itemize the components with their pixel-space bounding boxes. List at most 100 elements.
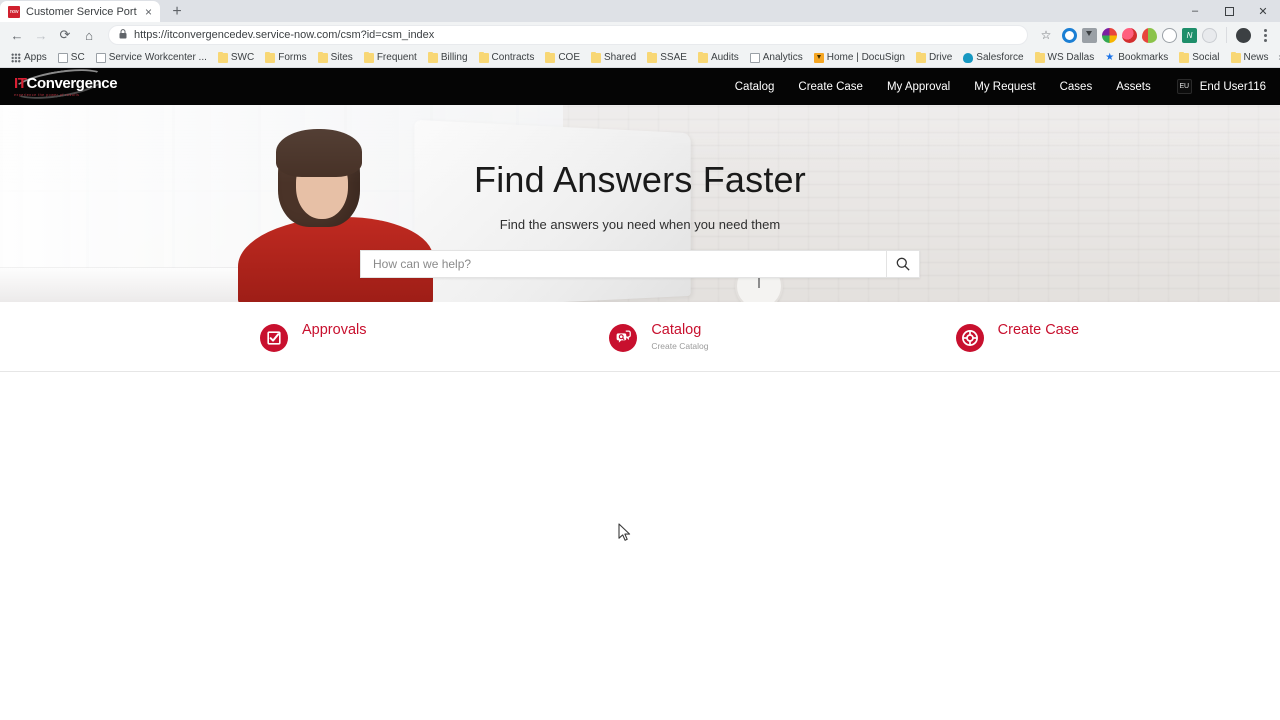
quicklink-text: Approvals bbox=[302, 322, 366, 339]
quicklink-create-case[interactable]: Create Case bbox=[934, 322, 1280, 352]
bookmark-audits[interactable]: Audits bbox=[693, 49, 744, 67]
bookmark-drive[interactable]: Drive bbox=[911, 49, 957, 67]
profile-avatar-icon[interactable] bbox=[1236, 27, 1251, 43]
bookmark-label: Drive bbox=[928, 52, 953, 63]
quicklink-title: Catalog bbox=[651, 321, 702, 338]
username-label: End User116 bbox=[1199, 80, 1266, 93]
new-tab-button[interactable]: + bbox=[164, 2, 190, 22]
browser-window: now Customer Service Portal - Custom × +… bbox=[0, 0, 1280, 720]
bookmark-star-icon[interactable]: ☆ bbox=[1036, 25, 1056, 45]
url-text: https://itconvergencedev.service-now.com… bbox=[134, 29, 435, 41]
clock-extension-icon[interactable] bbox=[1162, 27, 1177, 43]
folder-icon bbox=[915, 51, 926, 63]
home-icon[interactable]: ⌂ bbox=[78, 24, 100, 46]
bookmark-label: COE bbox=[558, 52, 580, 63]
close-window-icon[interactable]: ✕ bbox=[1246, 0, 1280, 22]
user-menu[interactable]: EU End User116 bbox=[1163, 79, 1266, 94]
blob-extension-icon[interactable] bbox=[1142, 27, 1157, 43]
quicklink-approvals[interactable]: Approvals bbox=[0, 322, 584, 352]
bookmark-apps[interactable]: Apps bbox=[6, 49, 52, 67]
bookmark-label: Apps bbox=[24, 52, 47, 63]
bookmark-shared[interactable]: Shared bbox=[586, 49, 641, 67]
bookmark-label: Service Workcenter ... bbox=[108, 52, 207, 63]
bookmark-coe[interactable]: COE bbox=[540, 49, 585, 67]
quick-links-row: Approvals Catalog Create Catalog Create … bbox=[0, 302, 1280, 372]
nav-link-my-request[interactable]: My Request bbox=[962, 81, 1047, 93]
kebab-menu-icon[interactable] bbox=[1256, 28, 1274, 42]
bookmark-forms[interactable]: Forms bbox=[260, 49, 311, 67]
nav-link-assets[interactable]: Assets bbox=[1104, 81, 1163, 93]
bookmark-label: Analytics bbox=[762, 52, 803, 63]
bookmark-ssae[interactable]: SSAE bbox=[642, 49, 692, 67]
bookmark-label: Billing bbox=[440, 52, 468, 63]
bookmark-service-workcenter[interactable]: Service Workcenter ... bbox=[91, 49, 212, 67]
folder-icon bbox=[363, 51, 374, 63]
grammar-extension-icon[interactable] bbox=[1122, 27, 1137, 43]
bookmark-label: Frequent bbox=[376, 52, 417, 63]
grey-extension-icon[interactable] bbox=[1202, 27, 1217, 43]
bookmark-analytics[interactable]: Analytics bbox=[745, 49, 808, 67]
nav-link-create-case[interactable]: Create Case bbox=[786, 81, 875, 93]
nav-link-cases[interactable]: Cases bbox=[1048, 81, 1105, 93]
folder-icon bbox=[478, 51, 489, 63]
checkbox-approval-icon bbox=[260, 323, 288, 352]
document-icon bbox=[57, 52, 68, 63]
nav-link-my-approval[interactable]: My Approval bbox=[875, 81, 962, 93]
logo-text-it: IT bbox=[14, 75, 27, 92]
bookmark-label: Forms bbox=[278, 52, 307, 63]
address-bar[interactable]: https://itconvergencedev.service-now.com… bbox=[108, 25, 1028, 45]
folder-icon bbox=[697, 51, 708, 63]
portal-navbar: ITConvergence experience the power of re… bbox=[0, 68, 1280, 105]
tab-close-icon[interactable]: × bbox=[143, 6, 154, 18]
lifebuoy-support-icon bbox=[955, 323, 984, 352]
bookmark-label: Contracts bbox=[491, 52, 535, 63]
evernote-extension-icon[interactable]: N bbox=[1182, 27, 1197, 43]
avatar: EU bbox=[1176, 79, 1192, 94]
folder-icon bbox=[427, 51, 438, 63]
download-extension-icon[interactable] bbox=[1082, 27, 1097, 43]
bookmark-frequent[interactable]: Frequent bbox=[359, 49, 422, 67]
bookmarks-bar: Apps SC Service Workcenter ... SWC Forms… bbox=[0, 48, 1280, 68]
bookmark-docusign[interactable]: Home | DocuSign bbox=[809, 49, 910, 67]
itconvergence-logo[interactable]: ITConvergence experience the power of re… bbox=[10, 68, 118, 104]
nav-link-catalog[interactable]: Catalog bbox=[723, 81, 787, 93]
tab-strip: now Customer Service Portal - Custom × +… bbox=[0, 0, 1280, 22]
bookmark-ws-dallas[interactable]: WS Dallas bbox=[1030, 49, 1100, 67]
docusign-icon bbox=[813, 52, 824, 63]
reload-icon[interactable]: ⟳ bbox=[54, 24, 76, 46]
folder-icon bbox=[591, 51, 601, 63]
bookmark-label: Home | DocuSign bbox=[826, 52, 905, 63]
color-wheel-extension-icon[interactable] bbox=[1102, 27, 1117, 43]
browser-tab[interactable]: now Customer Service Portal - Custom × bbox=[0, 1, 160, 22]
search-icon bbox=[896, 257, 910, 271]
bookmark-contracts[interactable]: Contracts bbox=[474, 49, 540, 67]
bookmarks-overflow-icon[interactable]: » bbox=[1275, 52, 1280, 63]
minimize-icon[interactable]: – bbox=[1178, 0, 1212, 22]
page-title: Find Answers Faster bbox=[474, 159, 806, 200]
logo-text: ITConvergence bbox=[14, 75, 118, 92]
ring-extension-icon[interactable] bbox=[1062, 27, 1077, 43]
bookmark-bookmarks[interactable]: ★ Bookmarks bbox=[1100, 49, 1173, 67]
bookmark-social[interactable]: Social bbox=[1174, 49, 1224, 67]
bookmark-label: WS Dallas bbox=[1047, 52, 1095, 63]
search-input[interactable] bbox=[360, 250, 886, 278]
hero-subtitle: Find the answers you need when you need … bbox=[499, 217, 781, 232]
apps-grid-icon bbox=[11, 52, 21, 63]
bookmark-sc[interactable]: SC bbox=[53, 49, 90, 67]
maximize-icon[interactable] bbox=[1212, 0, 1246, 22]
folder-icon bbox=[317, 51, 328, 63]
bookmark-billing[interactable]: Billing bbox=[423, 49, 473, 67]
bookmark-sites[interactable]: Sites bbox=[313, 49, 358, 67]
bookmark-label: Social bbox=[1192, 52, 1220, 63]
quicklink-catalog[interactable]: Catalog Create Catalog bbox=[584, 322, 933, 352]
bookmark-salesforce[interactable]: Salesforce bbox=[958, 49, 1028, 67]
folder-icon bbox=[1179, 51, 1190, 63]
page-body-empty bbox=[0, 372, 1280, 654]
back-icon[interactable]: ← bbox=[6, 24, 28, 46]
bookmark-swc[interactable]: SWC bbox=[213, 49, 259, 67]
lock-glyph bbox=[119, 29, 127, 39]
bookmark-news[interactable]: News bbox=[1226, 49, 1274, 67]
forward-icon[interactable]: → bbox=[30, 24, 52, 46]
search-bar bbox=[360, 250, 920, 278]
search-button[interactable] bbox=[886, 250, 920, 278]
